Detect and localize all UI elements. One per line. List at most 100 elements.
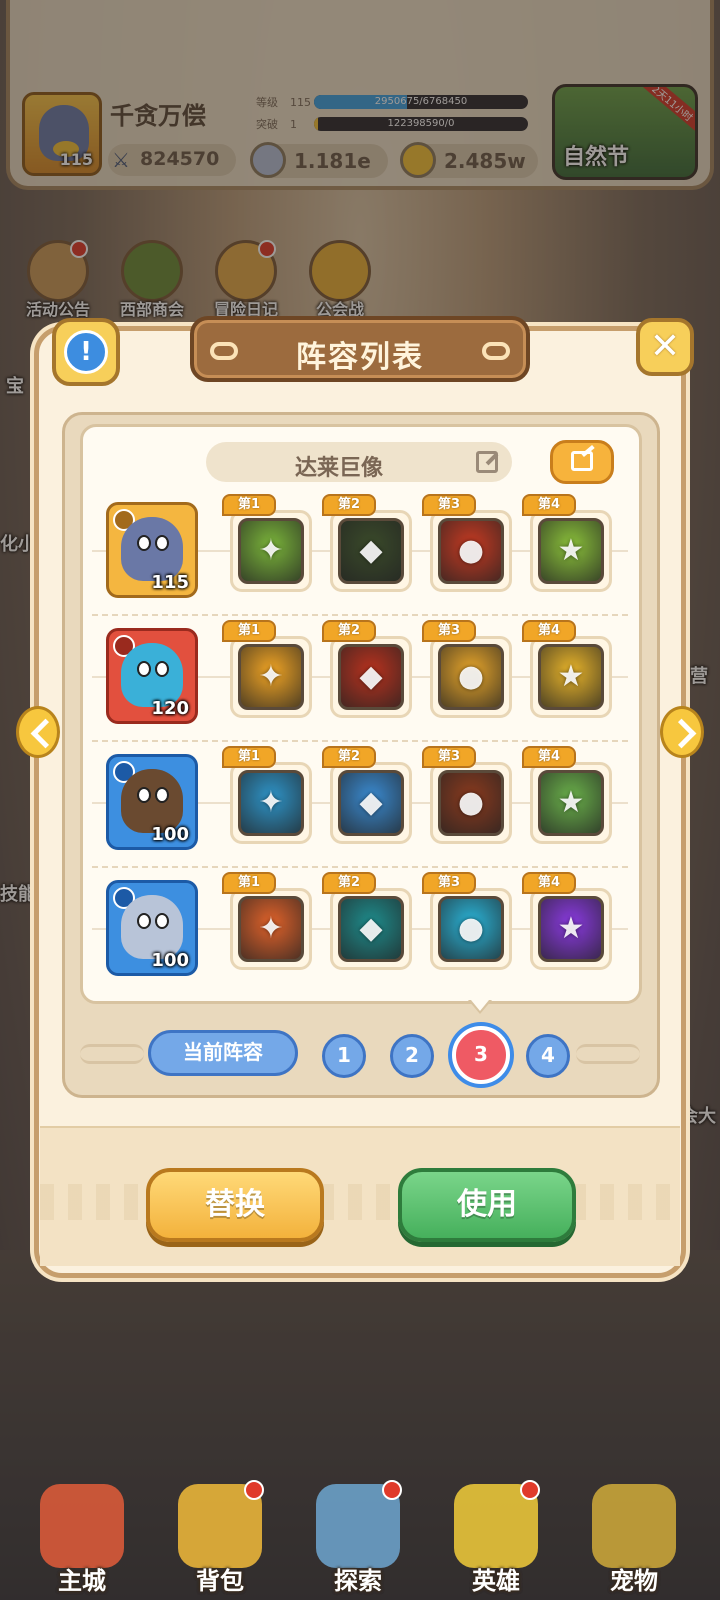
hero-card[interactable]: 115	[106, 502, 198, 598]
hero-eye	[137, 913, 151, 929]
skill-order-tag: 第2	[322, 872, 376, 894]
skill-order-tag: 第3	[422, 620, 476, 642]
nav-explore[interactable]: 探索	[298, 1476, 418, 1600]
row-separator	[92, 740, 628, 742]
skill-glyph: ●	[457, 785, 485, 820]
hero-level: 120	[151, 698, 189, 719]
hero-eye	[155, 535, 169, 551]
nav-heroes[interactable]: 英雄	[436, 1476, 556, 1600]
skill-glyph: ✦	[258, 533, 284, 568]
fire-eye-icon: ◆	[338, 644, 404, 710]
skill-order-tag: 第3	[422, 494, 476, 516]
current-lineup-label: 当前阵容	[148, 1030, 298, 1076]
skill-order-tag: 第4	[522, 620, 576, 642]
use-button[interactable]: 使用	[398, 1168, 576, 1242]
lineup-slot-3[interactable]: 3	[452, 1026, 510, 1084]
skill-order-tag: 第3	[422, 872, 476, 894]
lineup-slot-2[interactable]: 2	[390, 1034, 434, 1078]
skill-glyph: ●	[457, 533, 485, 568]
hero-card[interactable]: 120	[106, 628, 198, 724]
nav-label: 宠物	[610, 1567, 658, 1595]
prev-lineup-arrow[interactable]	[16, 706, 60, 758]
share-button[interactable]	[550, 440, 614, 484]
nav-label: 探索	[334, 1567, 382, 1595]
skill-glyph: ✦	[258, 785, 284, 820]
skill-glyph: ◆	[359, 785, 383, 820]
golden-serpent-icon: ★	[538, 644, 604, 710]
skill-glyph: ◆	[359, 533, 383, 568]
skill-order-tag: 第3	[422, 746, 476, 768]
ice-trident-icon: ●	[438, 896, 504, 962]
skill-glyph: ◆	[359, 911, 383, 946]
card-pointer-inner	[471, 1000, 489, 1011]
hero-eye	[137, 787, 151, 803]
skill-order-tag: 第1	[222, 872, 276, 894]
hero-card[interactable]: 100	[106, 754, 198, 850]
skill-order-tag: 第2	[322, 746, 376, 768]
leaf-orb-icon: ✦	[238, 770, 304, 836]
lineup-name-field[interactable]: 达莱巨像	[206, 442, 512, 482]
skill-glyph: ✦	[258, 911, 284, 946]
exclamation-icon: !	[64, 330, 108, 374]
lineup-name: 达莱巨像	[294, 456, 383, 481]
skill-glyph: ★	[557, 533, 585, 568]
skill-order-tag: 第4	[522, 872, 576, 894]
notification-dot	[520, 1480, 540, 1500]
footer-pattern	[40, 1184, 680, 1220]
arcane-rune-icon: ★	[538, 896, 604, 962]
skill-glyph: ◆	[359, 659, 383, 694]
hero-eye	[155, 661, 169, 677]
dark-shield-icon: ◆	[338, 518, 404, 584]
skill-glyph: ●	[457, 911, 485, 946]
tree-golem-icon: ◆	[338, 770, 404, 836]
hero-eye	[155, 913, 169, 929]
next-lineup-arrow[interactable]	[660, 706, 704, 758]
skill-order-tag: 第1	[222, 746, 276, 768]
star-shield-icon: ★	[538, 518, 604, 584]
lineup-slot-4[interactable]: 4	[526, 1034, 570, 1078]
peach-plant-icon: ★	[538, 770, 604, 836]
skill-glyph: ★	[557, 911, 585, 946]
castle-icon	[40, 1484, 124, 1568]
modal-title-bar: 阵容列表	[190, 316, 530, 382]
info-button[interactable]: !	[52, 318, 120, 386]
close-button[interactable]: ✕	[636, 318, 694, 376]
skill-order-tag: 第1	[222, 620, 276, 642]
swirl-decoration-left	[80, 1044, 144, 1064]
skill-glyph: ★	[557, 785, 585, 820]
hero-card[interactable]: 100	[106, 880, 198, 976]
skill-order-tag: 第1	[222, 494, 276, 516]
bottom-nav: 主城 背包 探索 英雄 宠物	[0, 1476, 720, 1600]
pet-nest-icon	[592, 1484, 676, 1568]
skill-order-tag: 第4	[522, 494, 576, 516]
modal-title: 阵容列表	[296, 340, 424, 375]
nav-main-city[interactable]: 主城	[22, 1476, 142, 1600]
hero-level: 115	[151, 572, 189, 593]
skill-glyph: ●	[457, 659, 485, 694]
title-swirl-right-icon	[482, 342, 510, 360]
edit-icon[interactable]	[476, 451, 498, 473]
skill-order-tag: 第2	[322, 494, 376, 516]
nav-label: 主城	[58, 1567, 106, 1595]
skill-glyph: ★	[557, 659, 585, 694]
hero-level: 100	[151, 824, 189, 845]
nav-label: 背包	[196, 1567, 244, 1595]
hero-level: 100	[151, 950, 189, 971]
hero-eye	[137, 661, 151, 677]
skill-order-tag: 第4	[522, 746, 576, 768]
nav-label: 英雄	[472, 1567, 520, 1595]
dragon-icon: ✦	[238, 644, 304, 710]
flame-guard-icon: ●	[438, 770, 504, 836]
skill-order-tag: 第2	[322, 620, 376, 642]
lineup-slot-1[interactable]: 1	[322, 1034, 366, 1078]
pig-strike-icon: ●	[438, 644, 504, 710]
hero-eye	[155, 787, 169, 803]
fist-icon: ✦	[238, 896, 304, 962]
nav-pets[interactable]: 宠物	[574, 1476, 694, 1600]
replace-button[interactable]: 替换	[146, 1168, 324, 1242]
notification-dot	[244, 1480, 264, 1500]
angry-face-icon: ●	[438, 518, 504, 584]
nav-backpack[interactable]: 背包	[160, 1476, 280, 1600]
red-mask-icon: ◆	[338, 896, 404, 962]
arrow-burst-icon: ✦	[238, 518, 304, 584]
